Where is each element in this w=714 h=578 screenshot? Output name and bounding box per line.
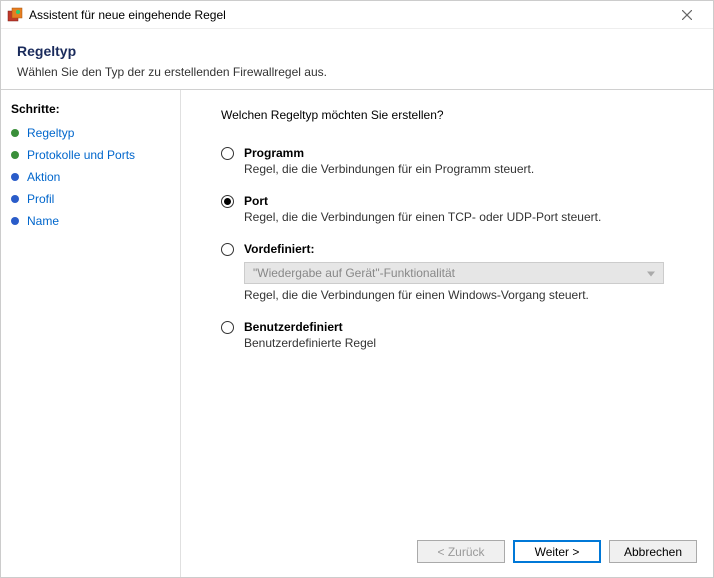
prompt-text: Welchen Regeltyp möchten Sie erstellen? <box>221 108 689 122</box>
step-aktion[interactable]: Aktion <box>9 166 180 188</box>
option-predefined[interactable]: Vordefiniert: "Wiedergabe auf Gerät"-Fun… <box>221 242 689 302</box>
radio-predefined[interactable] <box>221 243 234 256</box>
option-custom[interactable]: Benutzerdefiniert Benutzerdefinierte Reg… <box>221 320 689 350</box>
main-content: Welchen Regeltyp möchten Sie erstellen? … <box>181 90 713 528</box>
option-body: Benutzerdefiniert Benutzerdefinierte Reg… <box>244 320 689 350</box>
option-desc: Regel, die die Verbindungen für einen TC… <box>244 210 689 224</box>
body: Schritte: Regeltyp Protokolle und Ports … <box>1 89 713 577</box>
step-label: Profil <box>27 192 54 206</box>
option-body: Port Regel, die die Verbindungen für ein… <box>244 194 689 224</box>
step-name[interactable]: Name <box>9 210 180 232</box>
step-label: Protokolle und Ports <box>27 148 135 162</box>
window-title: Assistent für neue eingehende Regel <box>29 8 667 22</box>
close-button[interactable] <box>667 1 707 28</box>
predefined-select-value: "Wiedergabe auf Gerät"-Funktionalität <box>253 266 455 280</box>
step-bullet-icon <box>11 173 19 181</box>
option-desc: Regel, die die Verbindungen für einen Wi… <box>244 288 689 302</box>
option-desc: Benutzerdefinierte Regel <box>244 336 689 350</box>
cancel-button[interactable]: Abbrechen <box>609 540 697 563</box>
step-protokolle-und-ports[interactable]: Protokolle und Ports <box>9 144 180 166</box>
step-label: Regeltyp <box>27 126 74 140</box>
back-button: < Zurück <box>417 540 505 563</box>
option-port[interactable]: Port Regel, die die Verbindungen für ein… <box>221 194 689 224</box>
option-desc: Regel, die die Verbindungen für ein Prog… <box>244 162 689 176</box>
option-program[interactable]: Programm Regel, die die Verbindungen für… <box>221 146 689 176</box>
option-body: Vordefiniert: "Wiedergabe auf Gerät"-Fun… <box>244 242 689 302</box>
header: Regeltyp Wählen Sie den Typ der zu erste… <box>1 29 713 89</box>
predefined-select-wrap: "Wiedergabe auf Gerät"-Funktionalität <box>244 262 689 284</box>
step-profil[interactable]: Profil <box>9 188 180 210</box>
step-bullet-icon <box>11 151 19 159</box>
option-title: Port <box>244 194 689 208</box>
app-icon <box>7 7 23 23</box>
step-label: Aktion <box>27 170 60 184</box>
page-subtitle: Wählen Sie den Typ der zu erstellenden F… <box>17 65 697 79</box>
option-title: Programm <box>244 146 689 160</box>
radio-port[interactable] <box>221 195 234 208</box>
radio-custom[interactable] <box>221 321 234 334</box>
predefined-select[interactable]: "Wiedergabe auf Gerät"-Funktionalität <box>244 262 664 284</box>
step-bullet-icon <box>11 129 19 137</box>
step-bullet-icon <box>11 195 19 203</box>
step-regeltyp[interactable]: Regeltyp <box>9 122 180 144</box>
option-title: Vordefiniert: <box>244 242 689 256</box>
option-title: Benutzerdefiniert <box>244 320 689 334</box>
sidebar-header: Schritte: <box>9 100 180 122</box>
page-title: Regeltyp <box>17 43 697 59</box>
footer: < Zurück Weiter > Abbrechen <box>181 528 713 577</box>
titlebar: Assistent für neue eingehende Regel <box>1 1 713 29</box>
step-bullet-icon <box>11 217 19 225</box>
option-body: Programm Regel, die die Verbindungen für… <box>244 146 689 176</box>
step-label: Name <box>27 214 59 228</box>
sidebar: Schritte: Regeltyp Protokolle und Ports … <box>1 90 181 577</box>
main: Welchen Regeltyp möchten Sie erstellen? … <box>181 90 713 577</box>
radio-program[interactable] <box>221 147 234 160</box>
next-button[interactable]: Weiter > <box>513 540 601 563</box>
